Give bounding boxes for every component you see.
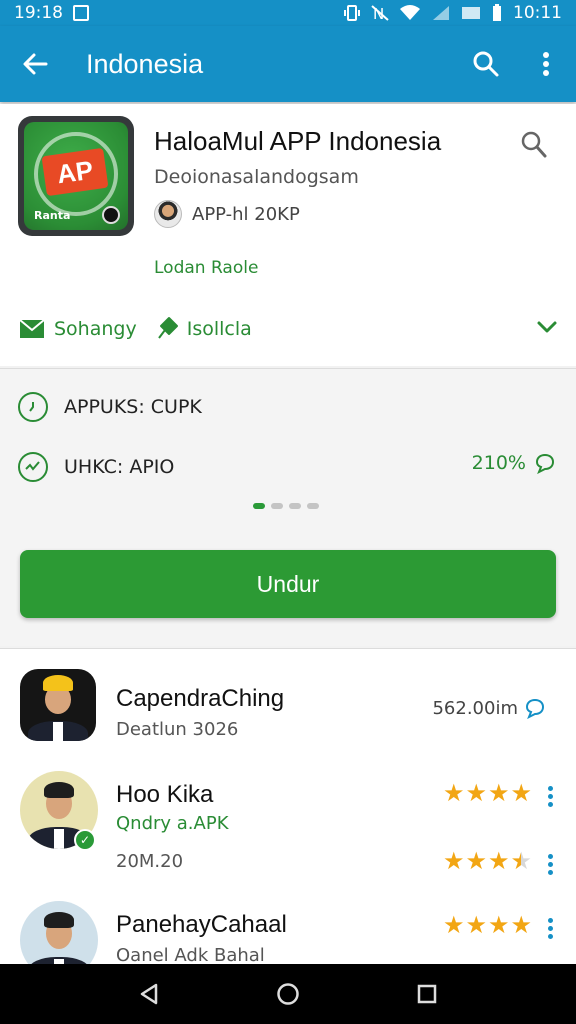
app-icon-caption: Ranta: [34, 209, 71, 222]
review-menu-button[interactable]: [548, 915, 554, 942]
status-bar: 19:18 N 10:11: [0, 0, 576, 26]
info-text-2: UHKC: APIO: [64, 456, 175, 478]
app-icon-badge: AP: [41, 147, 109, 197]
reviewer-name: Hoo Kika: [116, 781, 214, 808]
action-sohangy[interactable]: Sohangy: [18, 317, 137, 341]
reviewer-name: PanehayCahaal: [116, 911, 287, 938]
action-isollcla[interactable]: Isollcla: [155, 316, 252, 342]
arrow-left-icon: [23, 53, 48, 75]
search-icon: [521, 131, 547, 158]
star-icon: ★: [442, 847, 465, 875]
nav-recents-button[interactable]: [397, 964, 457, 1024]
rating-stars: ★ ★ ★ ★: [443, 849, 532, 873]
signal-icon: [433, 6, 449, 20]
no-sim-icon: N: [371, 5, 389, 22]
action-label: Sohangy: [54, 318, 137, 340]
app-bar-title: Indonesia: [86, 48, 204, 79]
app-subtitle: Deoionasalandogsam: [154, 166, 359, 188]
star-icon: ★: [442, 911, 465, 939]
star-icon: ★: [510, 911, 532, 939]
percent-value: 210%: [471, 452, 526, 474]
vibrate-icon: [344, 5, 360, 21]
review-menu-button[interactable]: [548, 783, 554, 810]
review-meta-value: 562.00im: [432, 697, 518, 719]
star-icon: ★: [510, 779, 532, 807]
triangle-back-icon: [141, 983, 158, 1005]
reviewer-name: CapendraChing: [116, 685, 285, 712]
rating-stars: ★ ★ ★ ★: [443, 781, 532, 805]
review-extra: 20M.20: [116, 851, 184, 872]
action-row: Sohangy Isollcla: [18, 312, 558, 346]
activity-icon: [18, 452, 48, 482]
overflow-menu-button[interactable]: [516, 26, 576, 102]
reviewer-avatar[interactable]: [20, 669, 96, 741]
star-icon: ★: [442, 779, 465, 807]
status-time-left: 19:18: [14, 3, 63, 23]
gallery-icon: [73, 5, 89, 21]
expand-button[interactable]: [536, 319, 558, 339]
status-time-right: 10:11: [513, 3, 562, 23]
verified-check-icon: ✓: [74, 829, 96, 851]
chevron-down-icon: [537, 321, 557, 333]
developer-avatar: [154, 200, 182, 228]
review-date: Deatlun 3026: [116, 719, 239, 740]
square-recents-icon: [417, 984, 436, 1004]
developer-row[interactable]: APP-hl 20KP: [154, 200, 300, 228]
nav-home-button[interactable]: [258, 964, 318, 1024]
data-icon: [462, 7, 480, 19]
review-subtitle: Qndry a.APK: [116, 813, 229, 834]
app-bar: Indonesia: [0, 26, 576, 102]
nav-back-button[interactable]: [119, 964, 179, 1024]
percent-badge: 210%: [472, 452, 556, 474]
star-icon: ★: [465, 911, 487, 939]
search-icon: [473, 51, 499, 77]
info-row-2: UHKC: APIO: [18, 452, 174, 482]
star-icon: ★: [465, 779, 487, 807]
battery-icon: [493, 4, 501, 21]
review-meta: 562.00im: [432, 697, 546, 719]
mail-icon: [19, 319, 45, 338]
star-icon: ★: [465, 847, 487, 875]
page-indicator: [253, 503, 319, 509]
chat-bubble-icon: [535, 453, 555, 474]
more-vert-icon: [543, 52, 549, 76]
reviewer-avatar[interactable]: [20, 901, 98, 964]
star-half-icon: ★: [510, 847, 532, 875]
pin-icon: [157, 317, 178, 339]
star-icon: ★: [487, 779, 510, 807]
app-title: HaloaMul APP Indonesia: [154, 126, 442, 156]
download-button[interactable]: Undur: [20, 550, 556, 618]
clock-icon: [18, 392, 48, 422]
system-nav-bar: [0, 964, 576, 1024]
action-label: Isollcla: [186, 318, 252, 340]
search-button[interactable]: [456, 26, 516, 102]
star-icon: ★: [487, 847, 510, 875]
review-list: CapendraChing Deatlun 3026 562.00im ✓ Ho…: [0, 648, 576, 964]
app-icon[interactable]: AP Ranta: [18, 116, 134, 236]
developer-name: APP-hl 20KP: [192, 203, 300, 225]
circle-home-icon: [277, 983, 299, 1005]
back-button[interactable]: [0, 26, 70, 102]
comment-icon: [525, 698, 545, 719]
search-app-button[interactable]: [520, 130, 548, 164]
rating-stars: ★ ★ ★ ★: [443, 913, 532, 937]
star-icon: ★: [487, 911, 510, 939]
app-link[interactable]: Lodan Raole: [154, 258, 258, 278]
wifi-icon: [400, 5, 420, 20]
review-menu-button[interactable]: [548, 851, 554, 878]
info-text-1: APPUKS: CUPK: [64, 396, 202, 418]
review-subtitle: Oanel Adk Bahal: [116, 945, 265, 964]
info-row-1: APPUKS: CUPK: [18, 392, 202, 422]
